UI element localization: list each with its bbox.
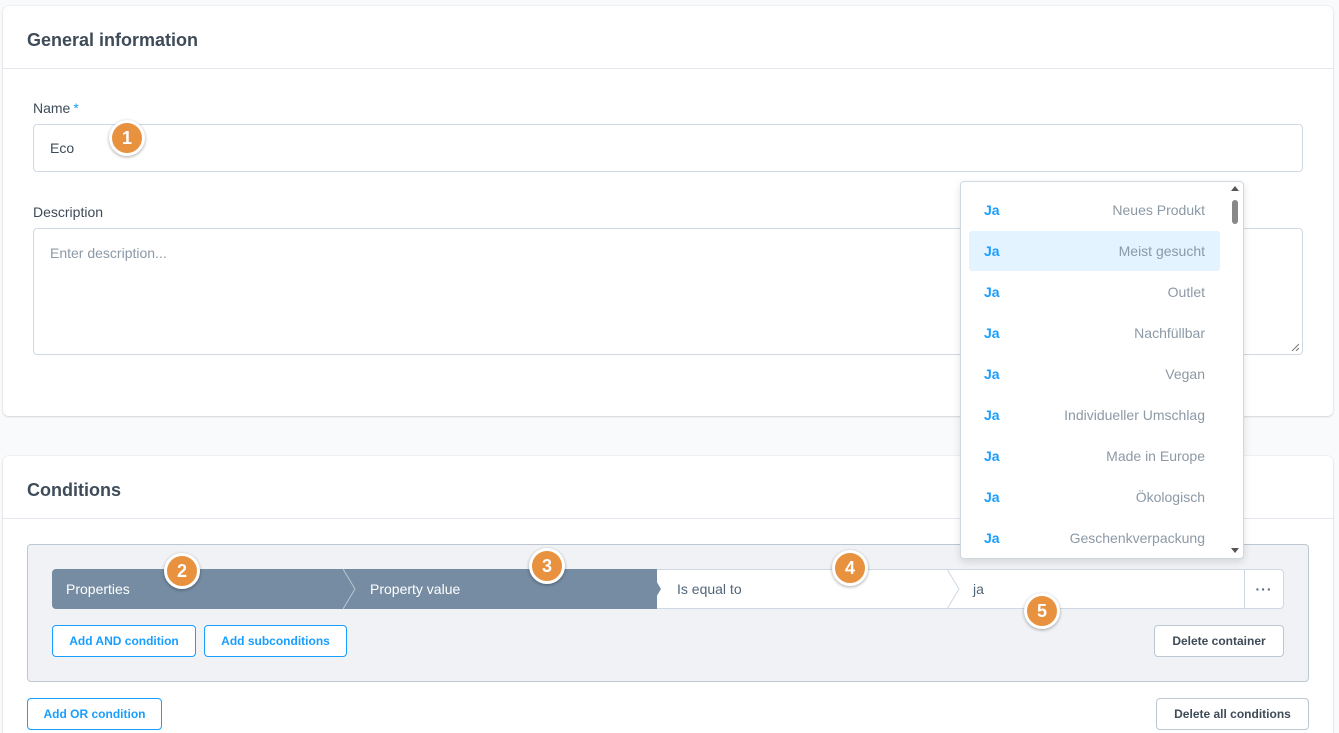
field-select[interactable]: Properties bbox=[52, 569, 350, 609]
name-input[interactable]: Eco bbox=[33, 124, 1303, 172]
dropdown-option-value: Ja bbox=[984, 366, 1000, 382]
name-input-value: Eco bbox=[50, 140, 75, 156]
name-label: Name * bbox=[33, 100, 79, 116]
dropdown-option[interactable]: Ja Meist gesucht bbox=[969, 231, 1220, 271]
annotation-badge-5: 5 bbox=[1024, 593, 1060, 629]
dropdown-option-value: Ja bbox=[984, 325, 1000, 341]
dropdown-option-label: Geschenkverpackung bbox=[1069, 530, 1205, 546]
dropdown-option-label: Ökologisch bbox=[1135, 489, 1205, 505]
delete-all-conditions-button[interactable]: Delete all conditions bbox=[1156, 698, 1309, 730]
dropdown-scrollbar[interactable] bbox=[1227, 182, 1243, 558]
dropdown-option[interactable]: Ja Geschenkverpackung bbox=[969, 518, 1220, 558]
subfield-select[interactable]: Property value bbox=[350, 569, 657, 609]
operator-select[interactable]: Is equal to bbox=[657, 569, 955, 609]
general-card-header: General information bbox=[3, 6, 1333, 69]
dropdown-option-label: Meist gesucht bbox=[1118, 243, 1205, 259]
annotation-badge-1: 1 bbox=[109, 120, 145, 156]
scroll-down-arrow-icon[interactable] bbox=[1231, 548, 1239, 553]
segment-divider-icon bbox=[343, 569, 356, 609]
condition-row: Properties Property value Is equal to ja bbox=[52, 569, 1284, 609]
dropdown-option[interactable]: Ja Ökologisch bbox=[969, 477, 1220, 517]
add-subconditions-button[interactable]: Add subconditions bbox=[204, 625, 347, 657]
field-select-value: Properties bbox=[66, 581, 130, 597]
dropdown-option[interactable]: Ja Neues Produkt bbox=[969, 190, 1220, 230]
dropdown-option-value: Ja bbox=[984, 448, 1000, 464]
more-options-button[interactable]: ··· bbox=[1244, 569, 1284, 609]
resize-handle-icon[interactable] bbox=[1291, 343, 1299, 351]
value-select[interactable]: ja bbox=[955, 569, 1245, 609]
required-marker: * bbox=[73, 100, 79, 116]
dropdown-option[interactable]: Ja Nachfüllbar bbox=[969, 313, 1220, 353]
annotation-badge-3: 3 bbox=[529, 548, 565, 584]
description-placeholder: Enter description... bbox=[50, 245, 167, 261]
add-and-condition-button[interactable]: Add AND condition bbox=[52, 625, 196, 657]
dropdown-option-value: Ja bbox=[984, 284, 1000, 300]
dropdown-option-value: Ja bbox=[984, 530, 1000, 546]
segment-divider-icon bbox=[649, 569, 661, 609]
dropdown-option-label: Outlet bbox=[1167, 284, 1205, 300]
more-options-icon: ··· bbox=[1255, 581, 1273, 597]
dropdown-option[interactable]: Ja Individueller Umschlag bbox=[969, 395, 1220, 435]
dropdown-option[interactable]: Ja Vegan bbox=[969, 354, 1220, 394]
operator-select-value: Is equal to bbox=[677, 581, 742, 597]
scroll-up-arrow-icon[interactable] bbox=[1231, 186, 1239, 191]
condition-container: Properties Property value Is equal to ja bbox=[27, 544, 1309, 682]
general-card-title: General information bbox=[27, 30, 199, 50]
dropdown-option[interactable]: Ja Outlet bbox=[969, 272, 1220, 312]
value-dropdown-list: Ja Neues Produkt Ja Meist gesucht Ja Outlet Ja… bbox=[960, 181, 1244, 559]
dropdown-option-label: Vegan bbox=[1165, 366, 1205, 382]
segment-divider-icon bbox=[947, 569, 960, 609]
dropdown-option-value: Ja bbox=[984, 202, 1000, 218]
scrollbar-thumb[interactable] bbox=[1232, 200, 1238, 224]
dropdown-option[interactable]: Ja Made in Europe bbox=[969, 436, 1220, 476]
dropdown-option-label: Individueller Umschlag bbox=[1064, 407, 1205, 423]
dropdown-option-label: Nachfüllbar bbox=[1134, 325, 1205, 341]
dropdown-option-value: Ja bbox=[984, 243, 1000, 259]
dropdown-option-label: Made in Europe bbox=[1106, 448, 1205, 464]
delete-container-button[interactable]: Delete container bbox=[1154, 625, 1284, 657]
dropdown-option-value: Ja bbox=[984, 407, 1000, 423]
dropdown-option-value: Ja bbox=[984, 489, 1000, 505]
add-or-condition-button[interactable]: Add OR condition bbox=[27, 698, 162, 730]
annotation-badge-2: 2 bbox=[164, 553, 200, 589]
name-label-text: Name bbox=[33, 100, 71, 116]
subfield-select-value: Property value bbox=[370, 581, 461, 597]
annotation-badge-4: 4 bbox=[832, 550, 868, 586]
description-label: Description bbox=[33, 204, 104, 220]
dropdown-option-label: Neues Produkt bbox=[1112, 202, 1205, 218]
